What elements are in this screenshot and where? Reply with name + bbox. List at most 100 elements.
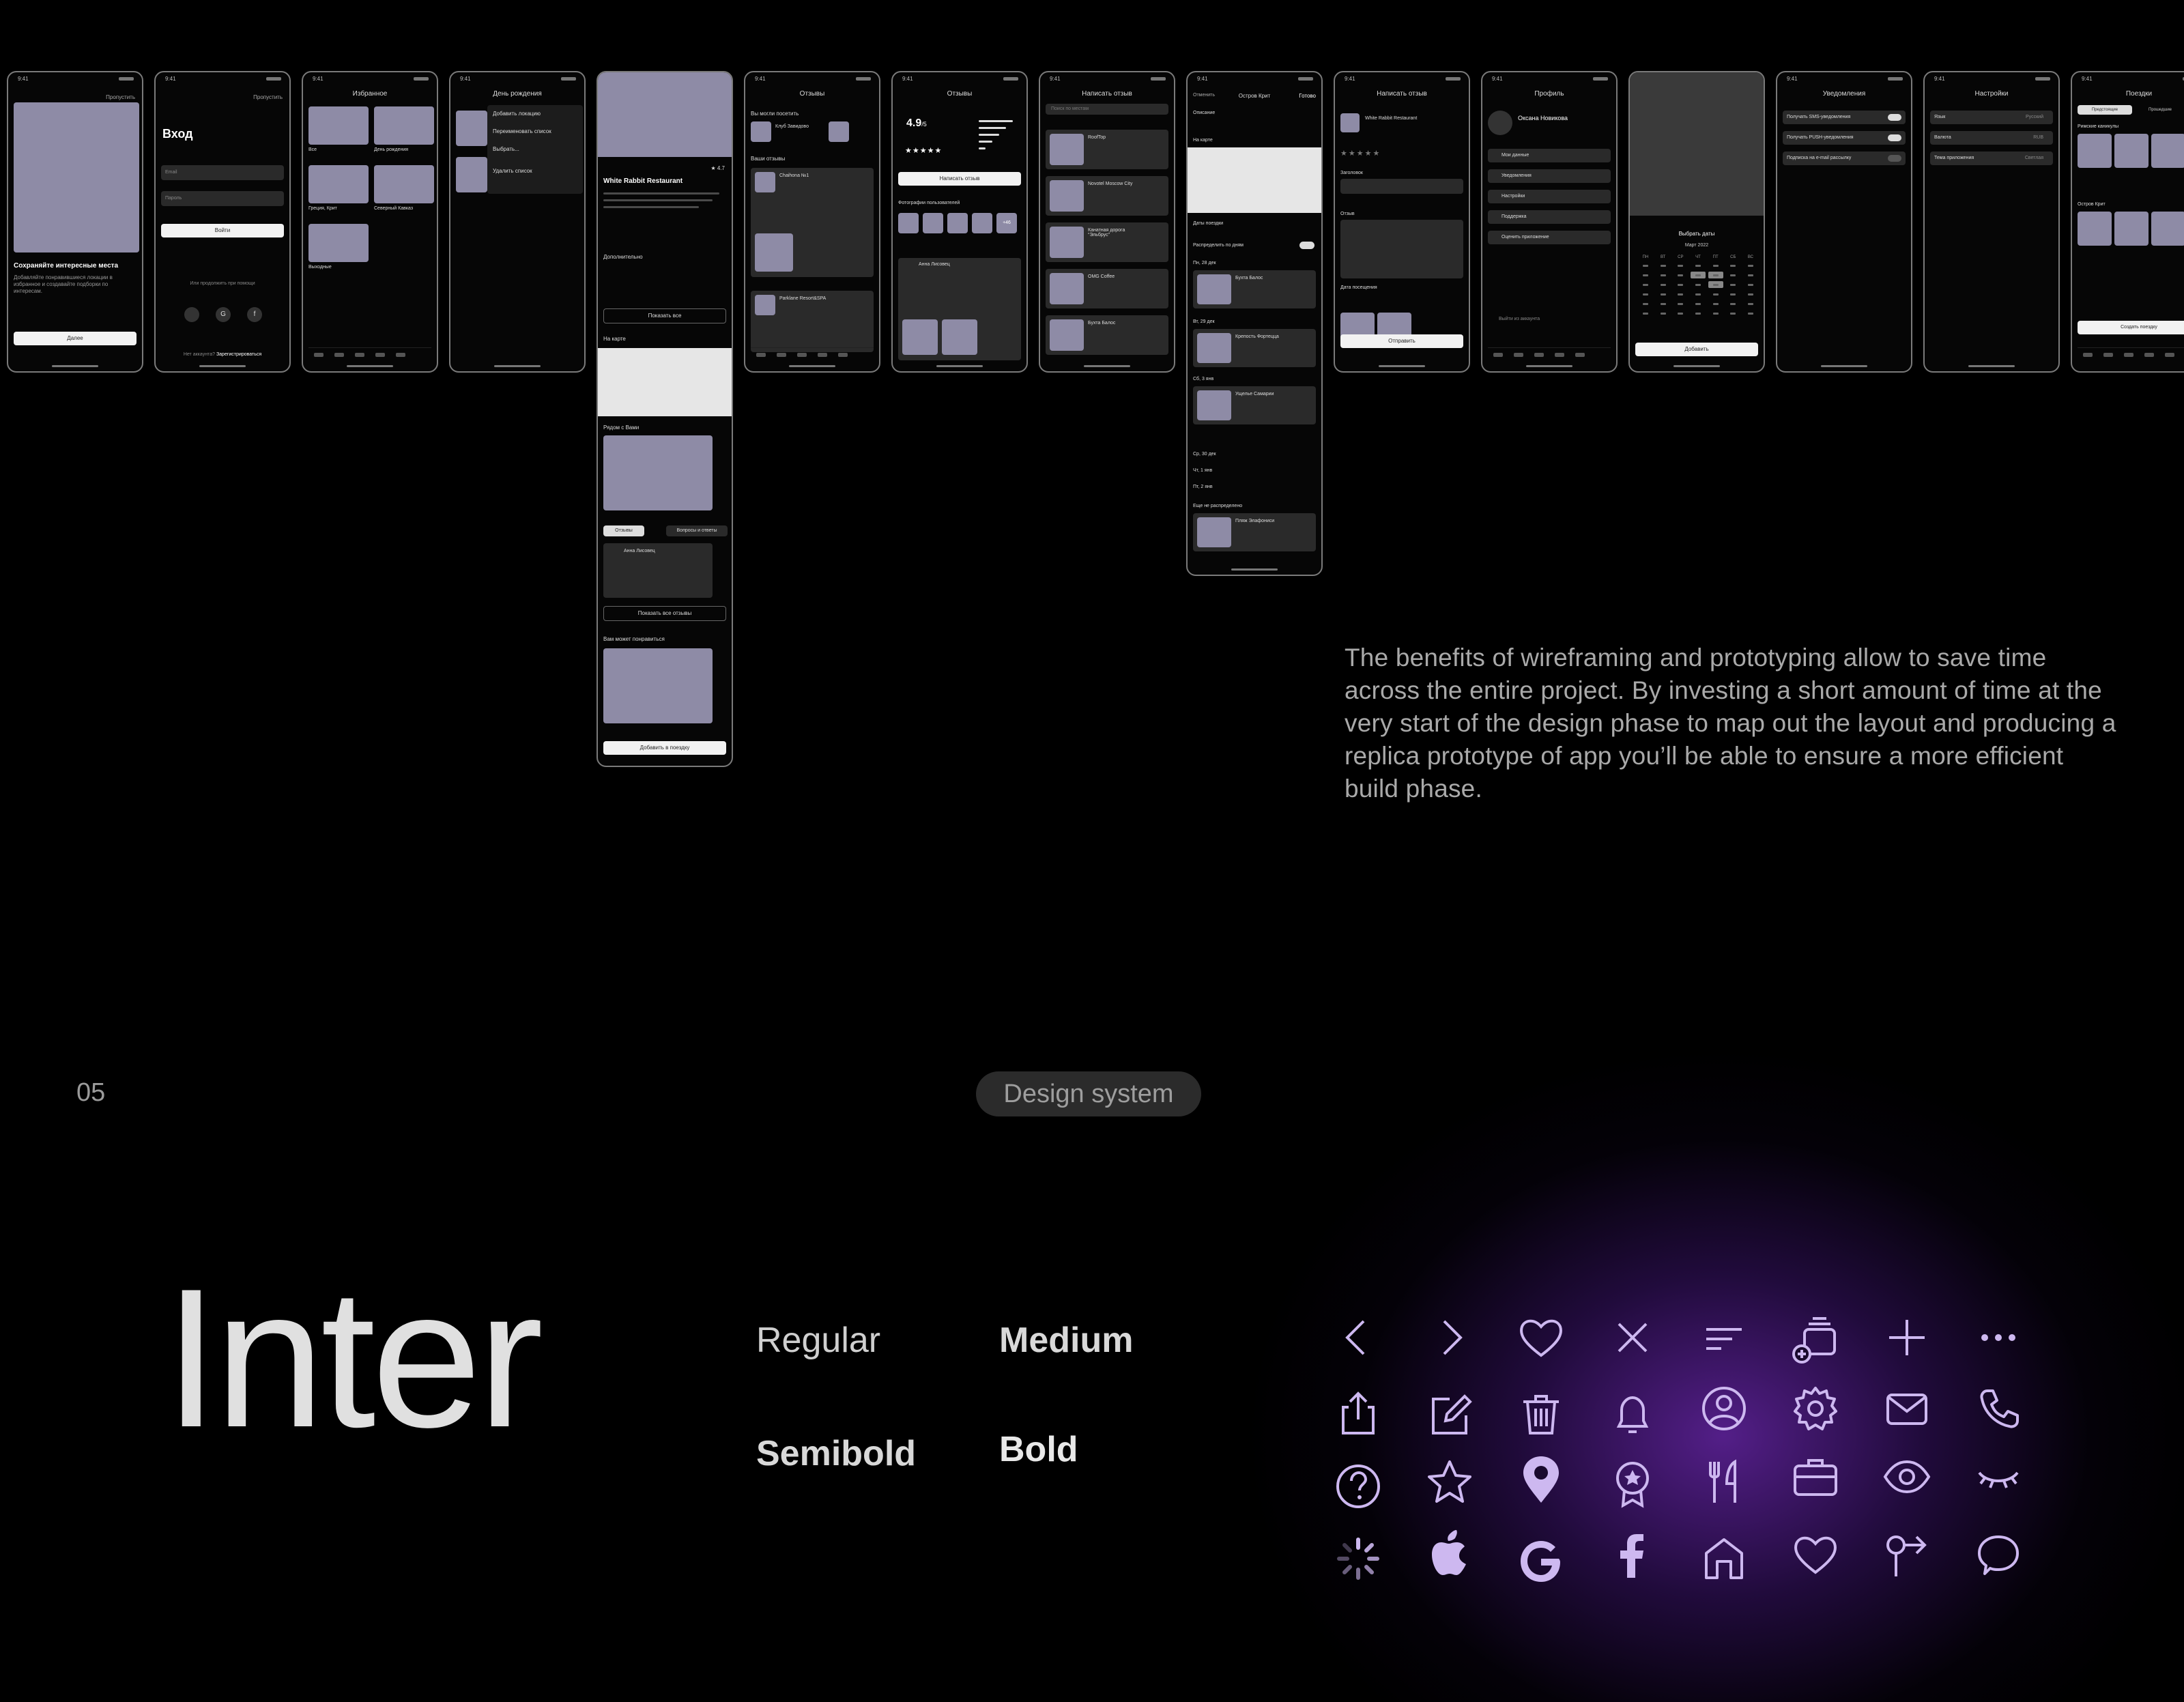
tab-past[interactable]: Прошедшие [2149, 108, 2172, 112]
calendar-day[interactable] [1673, 291, 1688, 298]
sms-toggle[interactable] [1888, 114, 1901, 121]
email-field[interactable]: Email [161, 165, 284, 180]
tab-questions[interactable]: Вопросы и ответы [666, 525, 728, 536]
calendar-day[interactable] [1691, 281, 1706, 288]
calendar-day[interactable] [1743, 310, 1758, 317]
place-name[interactable]: Клуб Завидово [775, 124, 809, 129]
place-card[interactable]: Novotel Moscow City [1046, 176, 1168, 216]
calendar-day[interactable] [1638, 272, 1653, 278]
calendar-day[interactable] [1656, 281, 1671, 288]
trip-photo[interactable] [2114, 212, 2149, 246]
calendar-day[interactable] [1725, 291, 1740, 298]
settings-row[interactable]: Язык Русский [1930, 111, 2053, 124]
settings-row[interactable]: Валюта RUB [1930, 131, 2053, 145]
calendar-day[interactable] [1673, 272, 1688, 278]
tab-upcoming[interactable]: Предстоящие [2078, 105, 2132, 115]
calendar-day[interactable] [1673, 281, 1688, 288]
show-all-button[interactable]: Показать все [603, 308, 726, 323]
trip-place-card[interactable]: Ущелье Самарии [1193, 386, 1316, 424]
calendar-day[interactable] [1691, 291, 1706, 298]
user-photo[interactable] [972, 213, 992, 233]
add-dates-button[interactable]: Добавить [1635, 343, 1758, 356]
calendar-day[interactable] [1743, 300, 1758, 307]
settings-row[interactable]: Тема приложения Светлая [1930, 152, 2053, 165]
calendar-day[interactable] [1656, 262, 1671, 269]
done-button[interactable]: Готово [1299, 93, 1316, 99]
email-toggle[interactable] [1888, 155, 1901, 162]
title-input[interactable] [1340, 179, 1463, 194]
collection-cover[interactable] [308, 165, 369, 203]
calendar-day[interactable] [1638, 281, 1653, 288]
create-trip-button[interactable]: Создать поездку [2078, 321, 2184, 334]
collection-cover[interactable] [308, 224, 369, 262]
calendar-day[interactable] [1656, 310, 1671, 317]
calendar-day[interactable] [1708, 281, 1723, 288]
calendar-day[interactable] [1725, 262, 1740, 269]
collection-cover[interactable] [374, 106, 434, 145]
calendar-day[interactable] [1656, 272, 1671, 278]
register-link[interactable]: Зарегистрироваться [216, 352, 261, 357]
facebook-login-button[interactable]: f [247, 307, 262, 322]
trip-place-card[interactable]: Пляж Элафониси [1193, 513, 1316, 551]
skip-link[interactable]: Пропустить [106, 94, 135, 100]
apple-login-button[interactable] [184, 307, 199, 322]
menu-item-rename[interactable]: Переименовать список [493, 128, 551, 134]
calendar-day[interactable] [1708, 272, 1723, 278]
calendar-day[interactable] [1725, 300, 1740, 307]
send-button[interactable]: Отправить [1340, 334, 1463, 348]
write-review-button[interactable]: Написать отзыв [898, 172, 1021, 186]
user-photo[interactable] [947, 213, 968, 233]
trip-photo[interactable] [2151, 212, 2184, 246]
add-to-trip-button[interactable]: Добавить в поездку [603, 741, 726, 755]
menu-item-support[interactable]: Поддержка [1488, 210, 1611, 224]
calendar-day[interactable] [1743, 281, 1758, 288]
menu-item-notifications[interactable]: Уведомления [1488, 169, 1611, 183]
avatar[interactable] [1488, 111, 1512, 135]
calendar-day[interactable] [1656, 291, 1671, 298]
map[interactable] [598, 348, 732, 416]
calendar-day[interactable] [1638, 291, 1653, 298]
collection-cover[interactable] [308, 106, 369, 145]
trip-photo[interactable] [2114, 134, 2149, 168]
calendar-day[interactable] [1743, 291, 1758, 298]
nearby-card[interactable] [603, 435, 713, 510]
trip-photo[interactable] [2078, 134, 2112, 168]
calendar-day[interactable] [1638, 310, 1653, 317]
calendar-day[interactable] [1743, 262, 1758, 269]
menu-item-delete[interactable]: Удалить список [493, 168, 532, 174]
calendar-day[interactable] [1638, 262, 1653, 269]
place-card[interactable]: RoofTop [1046, 130, 1168, 169]
calendar-day[interactable] [1708, 310, 1723, 317]
recommendation-card[interactable] [603, 648, 713, 723]
calendar-day[interactable] [1691, 300, 1706, 307]
trip-place-card[interactable]: Крепость Фортецца [1193, 329, 1316, 367]
calendar-day[interactable] [1725, 281, 1740, 288]
calendar-day[interactable] [1708, 300, 1723, 307]
menu-item-my-data[interactable]: Мои данные [1488, 149, 1611, 162]
trip-photo[interactable] [2151, 134, 2184, 168]
search-input[interactable]: Поиск по местам [1046, 104, 1168, 115]
calendar-day[interactable] [1708, 262, 1723, 269]
calendar-day[interactable] [1743, 272, 1758, 278]
calendar-day[interactable] [1691, 310, 1706, 317]
calendar-day[interactable] [1708, 291, 1723, 298]
more-photos[interactable]: +46 [996, 213, 1017, 233]
calendar-day[interactable] [1690, 272, 1706, 278]
calendar-grid[interactable]: ПН ВТ СР ЧТ ПТ СБ ВС [1638, 255, 1758, 319]
collection-cover[interactable] [374, 165, 434, 203]
place-card[interactable]: Канатная дорога “Эльбрус” [1046, 222, 1168, 262]
map[interactable] [1188, 147, 1321, 213]
review-input[interactable] [1340, 220, 1463, 278]
user-photo[interactable] [923, 213, 943, 233]
calendar-day[interactable] [1691, 262, 1706, 269]
logout-link[interactable]: Выйти из аккаунта [1499, 317, 1540, 321]
menu-item-add-location[interactable]: Добавить локацию [493, 111, 541, 117]
trip-place-card[interactable]: Бухта Балос [1193, 270, 1316, 308]
calendar-day[interactable] [1656, 300, 1671, 307]
menu-item-select[interactable]: Выбрать... [493, 146, 519, 152]
next-button[interactable]: Далее [14, 332, 136, 345]
calendar-day[interactable] [1673, 262, 1688, 269]
distribute-toggle[interactable] [1299, 242, 1314, 249]
password-field[interactable]: Пароль [161, 191, 284, 206]
user-photo[interactable] [898, 213, 919, 233]
